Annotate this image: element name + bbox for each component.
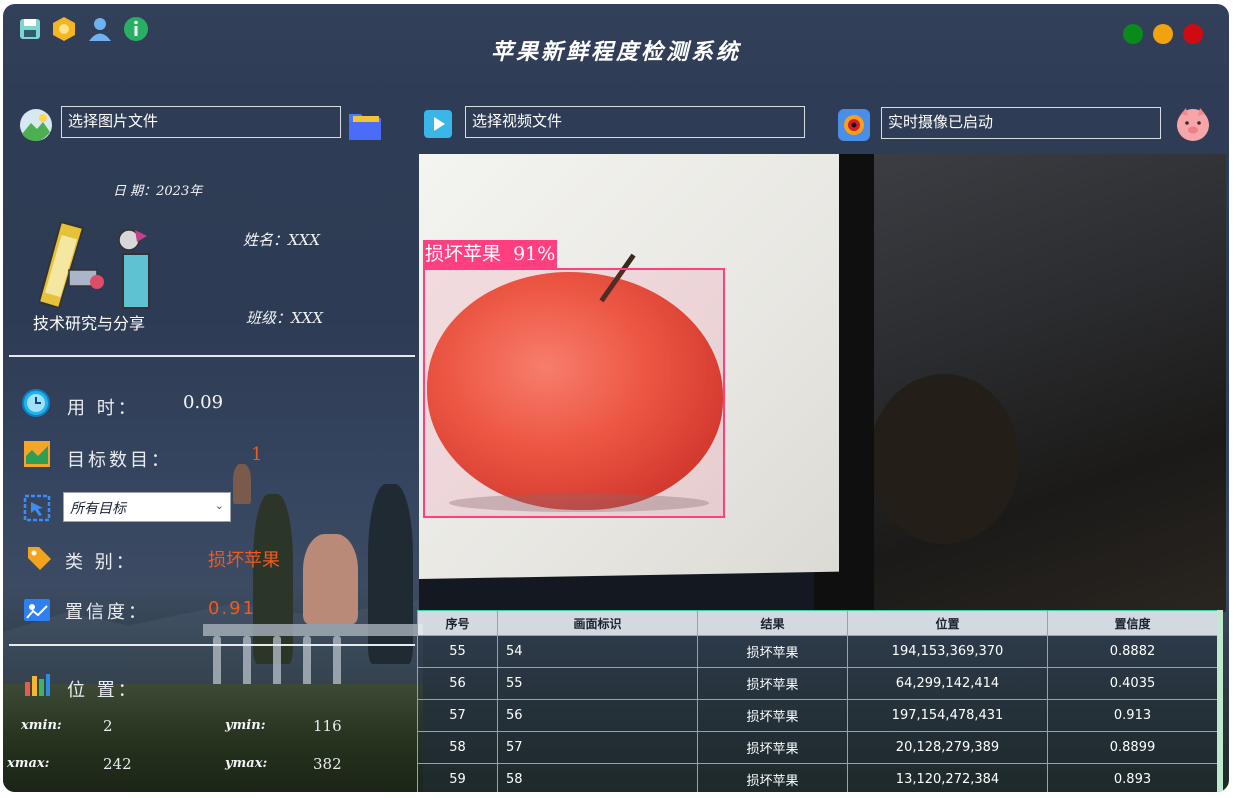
count-value: 1	[251, 444, 263, 465]
folder-icon[interactable]	[347, 108, 383, 142]
cell-frame-id: 54	[497, 635, 698, 668]
confidence-value: 0.91	[208, 598, 257, 619]
video-play-icon	[424, 110, 452, 138]
cell-confidence: 0.8882	[1047, 635, 1218, 668]
divider	[9, 644, 415, 646]
table-row[interactable]: 55 54 损坏苹果 194,153,369,370 0.8882	[417, 635, 1218, 668]
pig-face-icon[interactable]	[1175, 106, 1211, 142]
figurine-4	[233, 464, 251, 504]
bar-chart-icon	[25, 674, 50, 696]
xmax-value: 242	[103, 755, 132, 773]
railing	[203, 624, 423, 636]
table-row[interactable]: 59 58 损坏苹果 13,120,272,384 0.893	[417, 763, 1218, 792]
table-row[interactable]: 57 56 损坏苹果 197,154,478,431 0.913	[417, 699, 1218, 732]
cell-position: 64,299,142,414	[847, 667, 1048, 700]
cell-confidence: 0.913	[1047, 699, 1218, 732]
figurine-2	[303, 534, 358, 624]
cell-result: 损坏苹果	[697, 763, 848, 792]
app-window: 苹果新鲜程度检测系统 选择图片文件 选择视频文件 实时摄像已启动 日 期：202…	[3, 4, 1229, 792]
cell-position: 197,154,478,431	[847, 699, 1048, 732]
detection-label: 损坏苹果 91%	[423, 240, 558, 268]
video-display[interactable]: 损坏苹果 91%	[419, 154, 1226, 612]
ymin-value: 116	[313, 717, 342, 735]
category-value: 损坏苹果	[208, 550, 280, 571]
cell-confidence: 0.8899	[1047, 731, 1218, 764]
cell-index: 57	[417, 699, 498, 732]
camera-hand	[869, 374, 1019, 544]
target-select-value: 所有目标	[70, 501, 126, 517]
target-select[interactable]: 所有目标 ⌄	[63, 492, 231, 522]
confidence-icon	[24, 599, 50, 621]
image-icon	[20, 109, 52, 141]
camera-icon	[838, 109, 870, 141]
clock-icon	[22, 389, 50, 417]
xmin-value: 2	[103, 717, 113, 735]
cell-index: 59	[417, 763, 498, 792]
cell-result: 损坏苹果	[697, 667, 848, 700]
cell-index: 55	[417, 635, 498, 668]
cell-frame-id: 55	[497, 667, 698, 700]
name-text: 姓名：XXX	[243, 231, 321, 249]
cell-frame-id: 58	[497, 763, 698, 792]
cell-result: 损坏苹果	[697, 731, 848, 764]
header-frame-id[interactable]: 画面标识	[497, 610, 698, 636]
cell-confidence: 0.893	[1047, 763, 1218, 792]
table-row[interactable]: 58 57 损坏苹果 20,128,279,389 0.8899	[417, 731, 1218, 764]
ymin-label: ymin:	[225, 718, 266, 733]
cell-position: 13,120,272,384	[847, 763, 1048, 792]
position-label: 位 置：	[67, 680, 139, 701]
minimize-button[interactable]	[1123, 24, 1143, 44]
cell-result: 损坏苹果	[697, 635, 848, 668]
header-result[interactable]: 结果	[697, 610, 848, 636]
maximize-button[interactable]	[1153, 24, 1173, 44]
divider	[9, 355, 415, 357]
count-label: 目标数目：	[67, 450, 172, 471]
close-button[interactable]	[1183, 24, 1203, 44]
ymax-label: ymax:	[225, 756, 268, 771]
cell-frame-id: 57	[497, 731, 698, 764]
cell-frame-id: 56	[497, 699, 698, 732]
logo-caption: 技术研究与分享	[33, 314, 146, 333]
confidence-label: 置信度：	[65, 602, 149, 623]
header-position[interactable]: 位置	[847, 610, 1048, 636]
app-title: 苹果新鲜程度检测系统	[490, 39, 741, 65]
class-text: 班级：XXX	[246, 309, 324, 327]
xmax-label: xmax:	[7, 756, 50, 771]
results-table[interactable]: 序号 画面标识 结果 位置 置信度 55 54 损坏苹果 194,153,369…	[417, 610, 1223, 792]
figurine-3	[368, 484, 413, 664]
cell-confidence: 0.4035	[1047, 667, 1218, 700]
cell-index: 56	[417, 667, 498, 700]
chevron-down-icon[interactable]: ⌄	[215, 499, 224, 512]
category-label: 类 别：	[65, 552, 137, 573]
cell-position: 194,153,369,370	[847, 635, 1048, 668]
cell-index: 58	[417, 731, 498, 764]
date-text: 日 期：2023年	[113, 184, 203, 199]
table-row[interactable]: 56 55 损坏苹果 64,299,142,414 0.4035	[417, 667, 1218, 700]
ymax-value: 382	[313, 755, 342, 773]
tag-icon	[28, 547, 51, 570]
header-confidence[interactable]: 置信度	[1047, 610, 1218, 636]
ai-logo-icon	[39, 222, 150, 310]
detection-box	[423, 268, 725, 518]
target-select-icon	[23, 494, 51, 522]
grass	[3, 684, 423, 792]
time-value: 0.09	[183, 392, 224, 413]
cell-result: 损坏苹果	[697, 699, 848, 732]
xmin-label: xmin:	[21, 718, 62, 733]
chart-icon	[24, 441, 50, 467]
time-label: 用 时：	[67, 398, 139, 419]
table-scrollbar[interactable]	[1217, 610, 1223, 792]
cell-position: 20,128,279,389	[847, 731, 1048, 764]
video-file-field[interactable]: 选择视频文件	[465, 106, 805, 138]
camera-status-field[interactable]: 实时摄像已启动	[881, 107, 1161, 139]
image-file-field[interactable]: 选择图片文件	[61, 106, 341, 138]
header-index[interactable]: 序号	[417, 610, 498, 636]
